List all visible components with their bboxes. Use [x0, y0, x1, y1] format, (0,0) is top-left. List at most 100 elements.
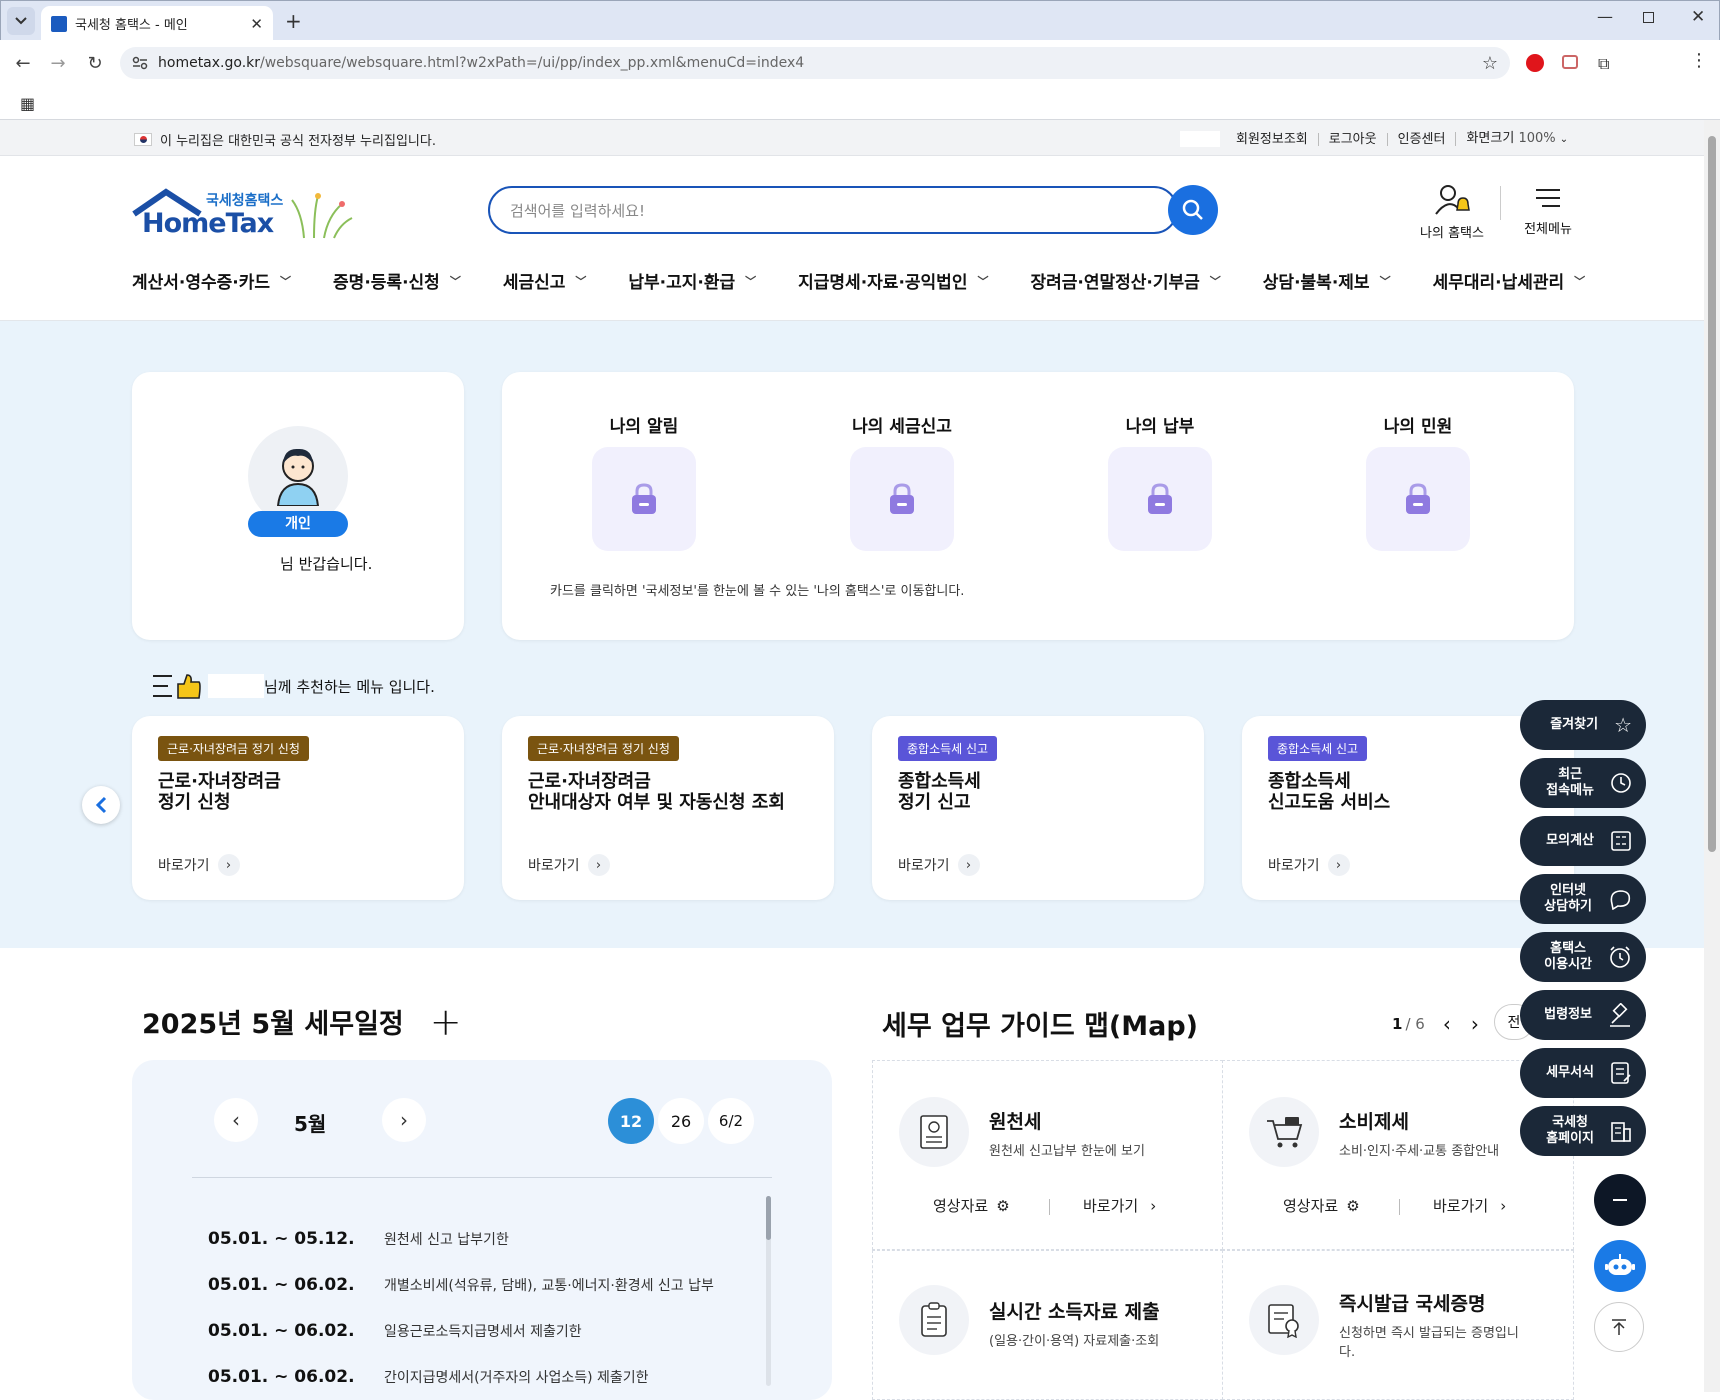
page-current: 1 [1392, 1015, 1403, 1033]
browser-menu-icon[interactable]: ⋮ [1690, 50, 1708, 71]
schedule-item[interactable]: 05.01. ~ 06.02. 개별소비세(석유류, 담배), 교통·에너지·환경… [208, 1262, 714, 1308]
gnb-item-certificate[interactable]: 증명·등록·신청 ﹀ [333, 268, 461, 293]
schedule-next-button[interactable]: › [382, 1098, 426, 1142]
quick-simulation-button[interactable]: 모의계산 [1520, 816, 1646, 866]
guide-item-sub: 다. [1339, 1345, 1356, 1360]
gnb-item-payment[interactable]: 납부·고지·환급 ﹀ [628, 268, 756, 293]
close-tab-icon[interactable]: ✕ [250, 15, 263, 33]
quick-hours-button[interactable]: 홈택스 이용시간 [1520, 932, 1646, 982]
quick-recent-menu-button[interactable]: 최근 접속메뉴 [1520, 758, 1646, 808]
gnb-item-consult[interactable]: 상담·불복·제보 ﹀ [1263, 268, 1391, 293]
member-info-link[interactable]: 회원정보조회 [1226, 133, 1318, 146]
recommend-card[interactable]: 근로·자녀장려금 정기 신청 근로·자녀장려금 안내대상자 여부 및 자동신청 조… [502, 716, 834, 900]
bookmark-star-icon[interactable]: ☆ [1482, 53, 1498, 74]
minus-icon [1613, 1199, 1627, 1201]
schedule-scrollbar[interactable] [766, 1196, 771, 1386]
gnb-item-agent[interactable]: 세무대리·납세관리 ﹀ [1433, 268, 1586, 293]
new-tab-icon[interactable]: + [285, 9, 302, 33]
apps-grid-icon[interactable]: ▦ [20, 94, 35, 113]
recommend-prev-button[interactable] [82, 786, 120, 824]
extension-icon[interactable] [1562, 55, 1578, 69]
chevron-down-icon: ﹀ [1209, 274, 1221, 288]
chevron-right-icon[interactable]: › [1471, 1012, 1479, 1036]
my-card-notice[interactable]: 나의 알림 [544, 412, 744, 551]
my-card-civil[interactable]: 나의 민원 [1318, 412, 1518, 551]
recommend-card[interactable]: 종합소득세 신고 종합소득세 정기 신고 바로가기 › [872, 716, 1204, 900]
maximize-window-icon[interactable] [1643, 12, 1654, 23]
hometax-logo[interactable]: 국세청홈택스 HomeTax [132, 186, 354, 242]
tab-list-button[interactable] [7, 7, 35, 35]
scroll-to-top-button[interactable] [1594, 1302, 1644, 1352]
gov-notice-text: 이 누리집은 대한민국 공식 전자정부 누리집입니다. [160, 134, 436, 149]
my-card-title: 나의 세금신고 [852, 417, 952, 437]
reload-icon[interactable]: ↻ [80, 48, 110, 78]
guide-item-income-data[interactable]: 실시간 소득자료 제출 (일용·간이·용역) 자료제출·조회 [872, 1250, 1223, 1400]
go-link[interactable]: 바로가기 › [158, 854, 240, 876]
quick-favorites-button[interactable]: 즐겨찾기 ☆ [1520, 700, 1646, 750]
extensions-puzzle-icon[interactable]: ⧉ [1598, 54, 1609, 74]
go-link[interactable]: 바로가기 › [1083, 1195, 1156, 1216]
quick-law-button[interactable]: 법령정보 [1520, 990, 1646, 1040]
screen-size-label[interactable]: 화면크기 100% ⌄ [1455, 132, 1578, 146]
minimize-window-icon[interactable]: — [1597, 7, 1613, 26]
schedule-item[interactable]: 05.01. ~ 06.02. 간이지급명세서(거주자의 사업소득) 제출기한 [208, 1354, 714, 1400]
browser-tab-active[interactable]: 국세청 홈택스 - 메인 ✕ [41, 6, 273, 41]
chevron-down-icon: ﹀ [280, 274, 292, 288]
video-link[interactable]: 영상자료 ⚙ [933, 1195, 1010, 1216]
chatbot-button[interactable] [1594, 1240, 1646, 1292]
go-link[interactable]: 바로가기 › [898, 854, 980, 876]
guide-item-certificate[interactable]: 즉시발급 국세증명 신청하면 즉시 발급되는 증명입니 다. [1222, 1250, 1574, 1400]
lock-icon [632, 483, 656, 514]
search-button[interactable] [1168, 185, 1218, 235]
chevron-right-icon: › [1327, 854, 1350, 876]
my-card-payment[interactable]: 나의 납부 [1060, 412, 1260, 551]
quick-nts-homepage-button[interactable]: 국세청 홈페이지 [1520, 1106, 1646, 1156]
schedule-item[interactable]: 05.01. ~ 06.02. 일용근로소득지급명세서 제출기한 [208, 1308, 714, 1354]
cert-center-link[interactable]: 인증센터 [1386, 132, 1456, 146]
all-menu-button[interactable]: 전체메뉴 [1520, 184, 1576, 237]
forward-icon[interactable]: → [43, 48, 73, 78]
site-info-icon[interactable] [132, 56, 148, 70]
logout-link[interactable]: 로그아웃 [1317, 132, 1387, 146]
my-hometax-button[interactable]: 나의 홈택스 [1416, 184, 1488, 241]
go-link[interactable]: 바로가기 › [1268, 854, 1350, 876]
document-icon [899, 1097, 969, 1167]
close-window-icon[interactable]: ✕ [1691, 7, 1705, 27]
search-input[interactable]: 검색어를 입력하세요! [488, 186, 1178, 234]
back-icon[interactable]: ← [8, 48, 38, 78]
scrollbar-thumb[interactable] [1708, 136, 1716, 852]
global-nav: 계산서·영수증·카드 ﹀ 증명·등록·신청 ﹀ 세금신고 ﹀ 납부·고지·환급 ﹀ 지급… [132, 268, 1585, 293]
gnb-item-statements[interactable]: 지급명세·자료·공익법인 ﹀ [798, 268, 988, 293]
go-link[interactable]: 바로가기 › [1433, 1195, 1506, 1216]
quick-forms-button[interactable]: 세무서식 [1520, 1048, 1646, 1098]
go-link[interactable]: 바로가기 › [528, 854, 610, 876]
gnb-item-incentive[interactable]: 장려금·연말정산·기부금 ﹀ [1030, 268, 1220, 293]
url-bar[interactable]: hometax.go.kr/websquare/websquare.html?w… [120, 47, 1510, 79]
star-icon: ☆ [1614, 713, 1632, 737]
plus-icon[interactable]: + [430, 1003, 462, 1041]
day-chip[interactable]: 26 [658, 1098, 704, 1144]
schedule-prev-button[interactable]: ‹ [214, 1098, 258, 1142]
quick-consult-button[interactable]: 인터넷 상담하기 [1520, 874, 1646, 924]
chevron-right-icon: › [1500, 1196, 1507, 1215]
all-menu-label: 전체메뉴 [1524, 222, 1572, 237]
my-hometax-label: 나의 홈택스 [1420, 226, 1484, 241]
collapse-quick-menu-button[interactable] [1594, 1174, 1646, 1226]
schedule-item[interactable]: 05.01. ~ 05.12. 원천세 신고 납부기한 [208, 1216, 714, 1262]
video-link[interactable]: 영상자료 ⚙ [1283, 1195, 1360, 1216]
recommend-tag: 종합소득세 신고 [898, 736, 998, 761]
gnb-item-tax-filing[interactable]: 세금신고 ﹀ [503, 268, 587, 293]
guide-item-withholding[interactable]: 원천세 원천세 신고납부 한눈에 보기 영상자료 ⚙ 바로가기 › [872, 1060, 1223, 1250]
chevron-down-icon: ﹀ [1574, 274, 1586, 288]
gnb-item-invoice[interactable]: 계산서·영수증·카드 ﹀ [132, 268, 291, 293]
day-chip-active[interactable]: 12 [608, 1098, 654, 1144]
korea-flag-icon [134, 133, 152, 146]
page-scrollbar[interactable] [1704, 120, 1720, 1392]
opera-extension-icon[interactable] [1526, 54, 1544, 72]
username-masked [1180, 131, 1220, 147]
day-chip[interactable]: 6/2 [708, 1098, 754, 1144]
chevron-left-icon[interactable]: ‹ [1443, 1012, 1451, 1036]
schedule-header: 2025년 5월 세무일정 + [142, 1002, 462, 1041]
my-card-tax-filing[interactable]: 나의 세금신고 [802, 412, 1002, 551]
recommend-card[interactable]: 근로·자녀장려금 정기 신청 근로·자녀장려금 정기 신청 바로가기 › [132, 716, 464, 900]
